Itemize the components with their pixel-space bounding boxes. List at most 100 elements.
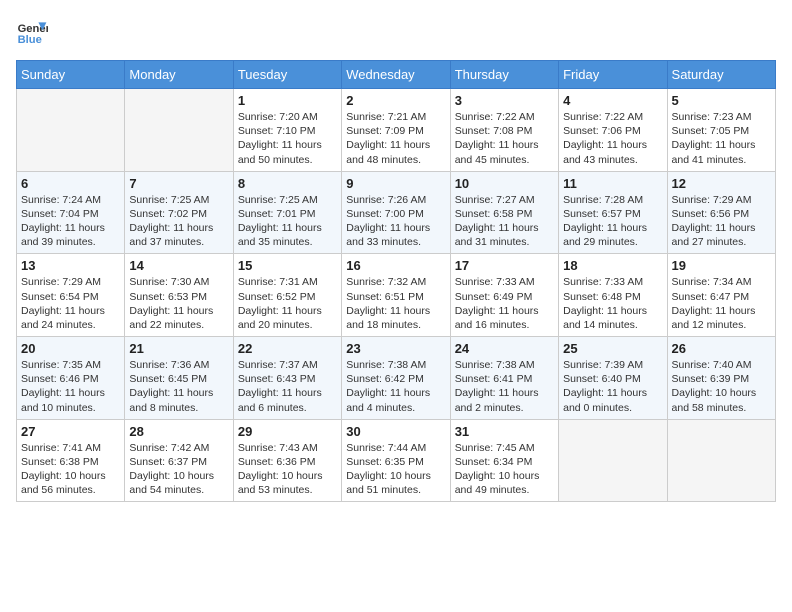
page-header: General Blue xyxy=(16,16,776,48)
calendar-cell: 28 Sunrise: 7:42 AMSunset: 6:37 PMDayligh… xyxy=(125,419,233,502)
day-number: 28 xyxy=(129,424,228,439)
day-number: 23 xyxy=(346,341,445,356)
calendar-cell: 8 Sunrise: 7:25 AMSunset: 7:01 PMDaylight… xyxy=(233,171,341,254)
calendar-table: SundayMondayTuesdayWednesdayThursdayFrid… xyxy=(16,60,776,502)
day-number: 15 xyxy=(238,258,337,273)
day-number: 1 xyxy=(238,93,337,108)
day-detail: Sunrise: 7:33 AMSunset: 6:48 PMDaylight:… xyxy=(563,275,662,332)
calendar-cell: 22 Sunrise: 7:37 AMSunset: 6:43 PMDayligh… xyxy=(233,337,341,420)
day-detail: Sunrise: 7:44 AMSunset: 6:35 PMDaylight:… xyxy=(346,441,445,498)
day-detail: Sunrise: 7:28 AMSunset: 6:57 PMDaylight:… xyxy=(563,193,662,250)
day-number: 8 xyxy=(238,176,337,191)
day-detail: Sunrise: 7:38 AMSunset: 6:41 PMDaylight:… xyxy=(455,358,554,415)
day-number: 22 xyxy=(238,341,337,356)
calendar-cell: 29 Sunrise: 7:43 AMSunset: 6:36 PMDayligh… xyxy=(233,419,341,502)
calendar-cell xyxy=(17,89,125,172)
day-number: 7 xyxy=(129,176,228,191)
day-number: 25 xyxy=(563,341,662,356)
day-number: 2 xyxy=(346,93,445,108)
calendar-cell: 30 Sunrise: 7:44 AMSunset: 6:35 PMDayligh… xyxy=(342,419,450,502)
calendar-cell: 24 Sunrise: 7:38 AMSunset: 6:41 PMDayligh… xyxy=(450,337,558,420)
calendar-cell: 10 Sunrise: 7:27 AMSunset: 6:58 PMDayligh… xyxy=(450,171,558,254)
day-detail: Sunrise: 7:40 AMSunset: 6:39 PMDaylight:… xyxy=(672,358,771,415)
day-number: 10 xyxy=(455,176,554,191)
calendar-cell: 9 Sunrise: 7:26 AMSunset: 7:00 PMDaylight… xyxy=(342,171,450,254)
day-detail: Sunrise: 7:34 AMSunset: 6:47 PMDaylight:… xyxy=(672,275,771,332)
day-detail: Sunrise: 7:27 AMSunset: 6:58 PMDaylight:… xyxy=(455,193,554,250)
day-number: 16 xyxy=(346,258,445,273)
day-detail: Sunrise: 7:43 AMSunset: 6:36 PMDaylight:… xyxy=(238,441,337,498)
day-number: 14 xyxy=(129,258,228,273)
day-detail: Sunrise: 7:22 AMSunset: 7:08 PMDaylight:… xyxy=(455,110,554,167)
calendar-cell: 11 Sunrise: 7:28 AMSunset: 6:57 PMDayligh… xyxy=(559,171,667,254)
day-number: 24 xyxy=(455,341,554,356)
day-number: 5 xyxy=(672,93,771,108)
calendar-week-1: 1 Sunrise: 7:20 AMSunset: 7:10 PMDaylight… xyxy=(17,89,776,172)
day-detail: Sunrise: 7:26 AMSunset: 7:00 PMDaylight:… xyxy=(346,193,445,250)
day-number: 3 xyxy=(455,93,554,108)
day-detail: Sunrise: 7:29 AMSunset: 6:54 PMDaylight:… xyxy=(21,275,120,332)
day-number: 12 xyxy=(672,176,771,191)
logo-icon: General Blue xyxy=(16,16,48,48)
day-detail: Sunrise: 7:39 AMSunset: 6:40 PMDaylight:… xyxy=(563,358,662,415)
day-detail: Sunrise: 7:24 AMSunset: 7:04 PMDaylight:… xyxy=(21,193,120,250)
calendar-cell: 1 Sunrise: 7:20 AMSunset: 7:10 PMDaylight… xyxy=(233,89,341,172)
day-number: 21 xyxy=(129,341,228,356)
calendar-cell: 25 Sunrise: 7:39 AMSunset: 6:40 PMDayligh… xyxy=(559,337,667,420)
column-header-wednesday: Wednesday xyxy=(342,61,450,89)
column-header-saturday: Saturday xyxy=(667,61,775,89)
column-header-thursday: Thursday xyxy=(450,61,558,89)
day-detail: Sunrise: 7:32 AMSunset: 6:51 PMDaylight:… xyxy=(346,275,445,332)
calendar-cell: 17 Sunrise: 7:33 AMSunset: 6:49 PMDayligh… xyxy=(450,254,558,337)
day-detail: Sunrise: 7:20 AMSunset: 7:10 PMDaylight:… xyxy=(238,110,337,167)
calendar-cell: 14 Sunrise: 7:30 AMSunset: 6:53 PMDayligh… xyxy=(125,254,233,337)
calendar-cell xyxy=(667,419,775,502)
day-detail: Sunrise: 7:25 AMSunset: 7:01 PMDaylight:… xyxy=(238,193,337,250)
column-header-monday: Monday xyxy=(125,61,233,89)
calendar-cell: 18 Sunrise: 7:33 AMSunset: 6:48 PMDayligh… xyxy=(559,254,667,337)
column-header-tuesday: Tuesday xyxy=(233,61,341,89)
day-number: 13 xyxy=(21,258,120,273)
column-header-friday: Friday xyxy=(559,61,667,89)
day-number: 31 xyxy=(455,424,554,439)
calendar-cell: 27Sunrise: 7:41 AMSunset: 6:38 PMDayligh… xyxy=(17,419,125,502)
day-detail: Sunrise: 7:45 AMSunset: 6:34 PMDaylight:… xyxy=(455,441,554,498)
day-number: 30 xyxy=(346,424,445,439)
day-detail: Sunrise: 7:42 AMSunset: 6:37 PMDaylight:… xyxy=(129,441,228,498)
calendar-week-4: 20 Sunrise: 7:35 AMSunset: 6:46 PMDayligh… xyxy=(17,337,776,420)
day-detail: Sunrise: 7:29 AMSunset: 6:56 PMDaylight:… xyxy=(672,193,771,250)
day-detail: Sunrise: 7:31 AMSunset: 6:52 PMDaylight:… xyxy=(238,275,337,332)
day-number: 9 xyxy=(346,176,445,191)
calendar-week-2: 6 Sunrise: 7:24 AMSunset: 7:04 PMDaylight… xyxy=(17,171,776,254)
day-detail: Sunrise: 7:30 AMSunset: 6:53 PMDaylight:… xyxy=(129,275,228,332)
calendar-cell: 2 Sunrise: 7:21 AMSunset: 7:09 PMDaylight… xyxy=(342,89,450,172)
day-number: 29 xyxy=(238,424,337,439)
day-detail: Sunrise: 7:37 AMSunset: 6:43 PMDaylight:… xyxy=(238,358,337,415)
calendar-cell: 19Sunrise: 7:34 AMSunset: 6:47 PMDayligh… xyxy=(667,254,775,337)
logo: General Blue xyxy=(16,16,48,48)
day-number: 6 xyxy=(21,176,120,191)
day-detail: Sunrise: 7:36 AMSunset: 6:45 PMDaylight:… xyxy=(129,358,228,415)
day-number: 20 xyxy=(21,341,120,356)
day-detail: Sunrise: 7:22 AMSunset: 7:06 PMDaylight:… xyxy=(563,110,662,167)
calendar-cell: 21 Sunrise: 7:36 AMSunset: 6:45 PMDayligh… xyxy=(125,337,233,420)
day-number: 18 xyxy=(563,258,662,273)
day-detail: Sunrise: 7:35 AMSunset: 6:46 PMDaylight:… xyxy=(21,358,120,415)
calendar-cell: 13 Sunrise: 7:29 AMSunset: 6:54 PMDayligh… xyxy=(17,254,125,337)
day-detail: Sunrise: 7:38 AMSunset: 6:42 PMDaylight:… xyxy=(346,358,445,415)
day-number: 11 xyxy=(563,176,662,191)
calendar-cell: 15 Sunrise: 7:31 AMSunset: 6:52 PMDayligh… xyxy=(233,254,341,337)
calendar-cell: 12 Sunrise: 7:29 AMSunset: 6:56 PMDayligh… xyxy=(667,171,775,254)
day-number: 26 xyxy=(672,341,771,356)
calendar-cell: 7Sunrise: 7:25 AMSunset: 7:02 PMDaylight… xyxy=(125,171,233,254)
day-number: 17 xyxy=(455,258,554,273)
column-header-sunday: Sunday xyxy=(17,61,125,89)
day-number: 27 xyxy=(21,424,120,439)
calendar-cell: 5Sunrise: 7:23 AMSunset: 7:05 PMDaylight… xyxy=(667,89,775,172)
day-detail: Sunrise: 7:21 AMSunset: 7:09 PMDaylight:… xyxy=(346,110,445,167)
calendar-cell: 20 Sunrise: 7:35 AMSunset: 6:46 PMDayligh… xyxy=(17,337,125,420)
calendar-cell: 16 Sunrise: 7:32 AMSunset: 6:51 PMDayligh… xyxy=(342,254,450,337)
calendar-week-3: 13 Sunrise: 7:29 AMSunset: 6:54 PMDayligh… xyxy=(17,254,776,337)
day-detail: Sunrise: 7:33 AMSunset: 6:49 PMDaylight:… xyxy=(455,275,554,332)
calendar-cell: 23 Sunrise: 7:38 AMSunset: 6:42 PMDayligh… xyxy=(342,337,450,420)
